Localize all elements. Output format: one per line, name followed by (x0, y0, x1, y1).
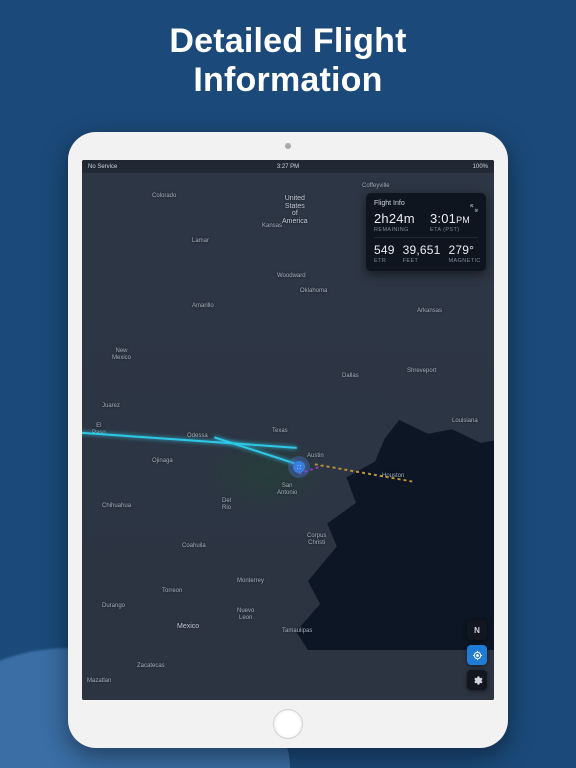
home-button[interactable] (273, 709, 303, 739)
heading-label: MAGNETIC (449, 258, 481, 264)
label-chihuahua: Chihuahua (102, 503, 131, 510)
etr-label: ETR (374, 258, 395, 264)
label-zacatecas: Zacatecas (137, 663, 165, 670)
status-time: 3:27 PM (277, 164, 299, 170)
altitude-label: FEET (403, 258, 441, 264)
eta-value: 3:01 (430, 211, 456, 226)
label-sanantonio: SanAntonio (277, 483, 297, 496)
north-button[interactable]: N (467, 620, 487, 640)
flight-info-panel[interactable]: Flight Info 2h24m REMAINING (366, 193, 486, 271)
panel-title: Flight Info (374, 200, 405, 207)
locate-button[interactable] (467, 645, 487, 665)
map-view[interactable]: UnitedStatesofAmerica Colorado Kansas Ok… (82, 173, 494, 700)
expand-icon[interactable] (470, 199, 478, 207)
label-tamaulipas: Tamaulipas (282, 628, 312, 635)
label-coffeyville: Coffeyville (362, 183, 390, 190)
label-corpus: CorpusChristi (307, 533, 326, 546)
map-controls: N (467, 620, 487, 690)
label-mazatlan: Mazatlan (87, 678, 111, 685)
heading-value: 279° (449, 243, 481, 257)
label-oklahoma: Oklahoma (300, 288, 327, 295)
label-juarez: Juarez (102, 403, 120, 410)
label-shreveport: Shreveport (407, 368, 436, 375)
settings-button[interactable] (467, 670, 487, 690)
label-monterrey: Monterrey (237, 578, 264, 585)
plane-icon (293, 461, 305, 473)
label-woodward: Woodward (277, 273, 306, 280)
label-newmexico: NewMexico (112, 348, 131, 361)
label-kansas: Kansas (262, 223, 282, 230)
remaining-value: 2h24m (374, 211, 422, 226)
label-texas: Texas (272, 428, 288, 435)
label-durango: Durango (102, 603, 125, 610)
label-arkansas: Arkansas (417, 308, 442, 315)
eta-label: ETA (PST) (430, 227, 478, 233)
tablet-frame: No Service 3:27 PM 100% UnitedStatesofAm… (68, 132, 508, 748)
label-mexico: Mexico (177, 623, 199, 631)
label-lamar: Lamar (192, 238, 209, 245)
status-carrier: No Service (88, 164, 117, 170)
label-colorado: Colorado (152, 193, 176, 200)
etr-value: 549 (374, 243, 395, 257)
label-coahuila: Coahuila (182, 543, 206, 550)
remaining-label: REMAINING (374, 227, 422, 233)
label-dallas: Dallas (342, 373, 359, 380)
label-nuevoleon: NuevoLeon (237, 608, 254, 621)
label-amarillo: Amarillo (192, 303, 214, 310)
label-ojinaga: Ojinaga (152, 458, 173, 465)
eta-ampm: PM (456, 215, 470, 225)
aircraft-marker[interactable] (288, 456, 310, 478)
label-delrio: DelRio (222, 498, 231, 511)
camera-dot (285, 143, 291, 149)
page-title: Detailed FlightInformation (0, 0, 576, 100)
label-louisiana: Louisiana (452, 418, 478, 425)
label-usa: UnitedStatesofAmerica (282, 195, 308, 226)
label-torreon: Torreon (162, 588, 182, 595)
label-austin: Austin (307, 453, 324, 460)
status-battery: 100% (473, 164, 488, 170)
status-bar: No Service 3:27 PM 100% (82, 160, 494, 173)
altitude-value: 39,651 (403, 243, 441, 257)
app-screen: No Service 3:27 PM 100% UnitedStatesofAm… (82, 160, 494, 700)
